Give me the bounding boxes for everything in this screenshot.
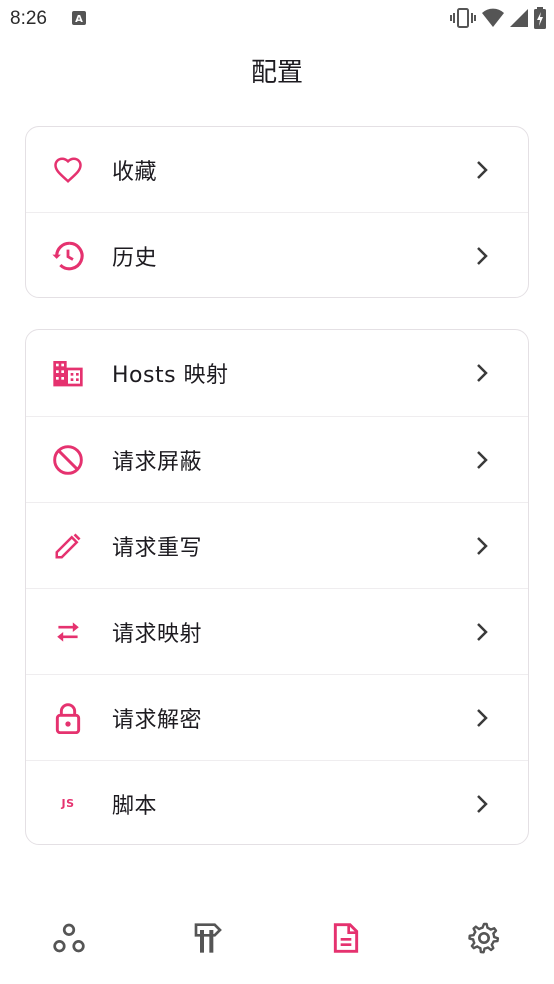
list-item-script[interactable]: JS 脚本: [26, 760, 528, 844]
status-bar: 8:26 A: [0, 0, 554, 38]
list-item-history[interactable]: 历史: [26, 212, 528, 297]
chevron-right-icon: [474, 361, 490, 385]
list-item-label: 脚本: [112, 793, 158, 819]
chevron-right-icon: [474, 448, 490, 472]
nav-network-button[interactable]: [51, 922, 87, 958]
nav-config-button[interactable]: [328, 922, 364, 958]
bottom-navigation: [0, 900, 554, 984]
list-item-label: Hosts 映射: [112, 363, 229, 388]
network-icon: [52, 923, 86, 957]
list-item-label: 请求屏蔽: [112, 449, 203, 475]
list-item-block[interactable]: 请求屏蔽: [26, 416, 528, 502]
list-item-label: 请求映射: [112, 621, 203, 647]
document-icon: [332, 922, 360, 958]
tools-icon: [193, 922, 223, 958]
list-item-label: 历史: [112, 245, 158, 271]
chevron-right-icon: [474, 620, 490, 644]
svg-text:A: A: [75, 14, 83, 25]
vibrate-icon: [450, 7, 476, 33]
block-icon: [51, 443, 85, 477]
nav-tools-button[interactable]: [190, 922, 226, 958]
favorites-history-card: 收藏 历史: [25, 126, 529, 298]
list-item-label: 请求解密: [112, 707, 203, 733]
list-item-map[interactable]: 请求映射: [26, 588, 528, 674]
signal-icon: [510, 8, 528, 32]
lock-icon: [51, 701, 85, 735]
chevron-right-icon: [474, 534, 490, 558]
chevron-right-icon: [474, 792, 490, 816]
chevron-right-icon: [474, 158, 490, 182]
settings-icon: [468, 922, 500, 958]
pencil-icon: [51, 529, 85, 563]
history-icon: [51, 239, 85, 273]
wifi-icon: [482, 8, 504, 32]
notification-a-icon: A: [71, 10, 87, 26]
battery-charging-icon: [534, 7, 546, 33]
heart-icon: [51, 153, 85, 187]
list-item-hosts[interactable]: Hosts 映射: [26, 330, 528, 416]
list-item-rewrite[interactable]: 请求重写: [26, 502, 528, 588]
request-rules-card: Hosts 映射 请求屏蔽 请求重写 请求映射 请求解密 JS 脚本: [25, 329, 529, 845]
list-item-label: 请求重写: [112, 535, 203, 561]
chevron-right-icon: [474, 244, 490, 268]
js-icon-text: JS: [61, 797, 75, 810]
hosts-icon: [51, 356, 85, 390]
page-title: 配置: [250, 58, 303, 88]
list-item-decrypt[interactable]: 请求解密: [26, 674, 528, 760]
nav-settings-button[interactable]: [466, 922, 502, 958]
status-time: 8:26: [10, 8, 47, 29]
list-item-label: 收藏: [112, 159, 158, 185]
chevron-right-icon: [474, 706, 490, 730]
list-item-favorites[interactable]: 收藏: [26, 127, 528, 212]
swap-icon: [51, 615, 85, 649]
js-icon: JS: [51, 787, 85, 821]
